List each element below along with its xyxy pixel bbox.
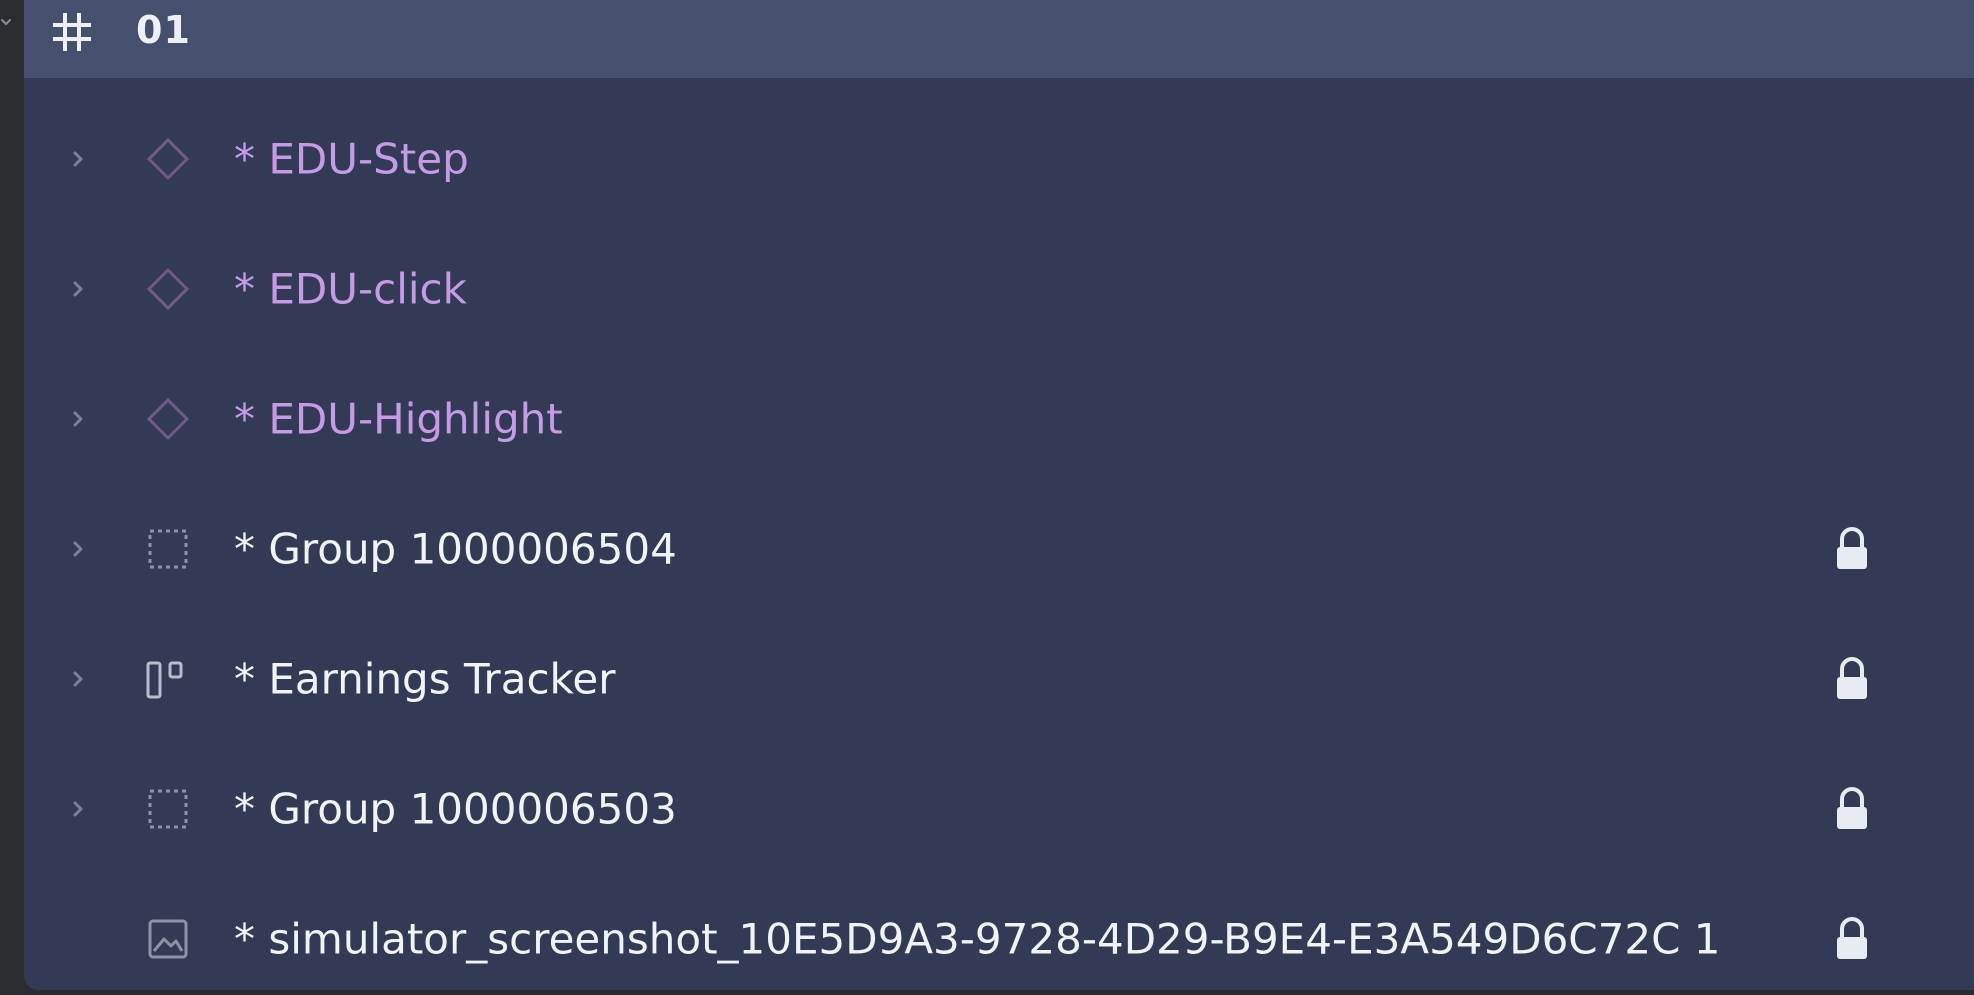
left-gutter [0, 0, 24, 995]
frame-header-row[interactable]: 01 [24, 0, 1974, 78]
frame-title: 01 [136, 8, 191, 52]
collapse-chevron-icon[interactable] [0, 14, 16, 30]
lock-icon[interactable] [1832, 785, 1872, 833]
layer-row[interactable]: * simulator_screenshot_10E5D9A3-9728-4D2… [24, 874, 1974, 990]
layer-name: * EDU-Highlight [234, 394, 563, 444]
component-diamond-icon [146, 267, 190, 311]
layer-row[interactable]: * Group 1000006504 [24, 484, 1974, 614]
layer-row[interactable]: * EDU-Highlight [24, 354, 1974, 484]
expand-chevron-icon[interactable] [64, 795, 92, 823]
layer-row[interactable]: * EDU-Step [24, 94, 1974, 224]
expand-chevron-icon[interactable] [64, 535, 92, 563]
group-dashed-square-icon [148, 529, 188, 569]
layer-row[interactable]: * Earnings Tracker [24, 614, 1974, 744]
layer-row[interactable]: * Group 1000006503 [24, 744, 1974, 874]
layer-name: * Earnings Tracker [234, 654, 616, 704]
expand-chevron-icon[interactable] [64, 665, 92, 693]
group-dashed-square-icon [148, 789, 188, 829]
layer-name: * Group 1000006504 [234, 524, 677, 574]
image-icon [148, 919, 188, 959]
layers-panel: 01 * EDU-Step * EDU-click * EDU-Highlight *… [24, 0, 1974, 990]
frame-hash-icon [53, 13, 91, 51]
layers-panel-window: 01 * EDU-Step * EDU-click * EDU-Highlight *… [0, 0, 1974, 995]
component-diamond-icon [146, 397, 190, 441]
auto-layout-icon [146, 661, 183, 699]
expand-chevron-icon[interactable] [64, 405, 92, 433]
lock-icon[interactable] [1832, 655, 1872, 703]
layer-name: * EDU-click [234, 264, 467, 314]
layer-row[interactable]: * EDU-click [24, 224, 1974, 354]
layer-name: * simulator_screenshot_10E5D9A3-9728-4D2… [234, 914, 1721, 964]
expand-chevron-icon[interactable] [64, 275, 92, 303]
layer-name: * Group 1000006503 [234, 784, 677, 834]
expand-chevron-icon[interactable] [64, 145, 92, 173]
layer-name: * EDU-Step [234, 134, 469, 184]
lock-icon[interactable] [1832, 915, 1872, 963]
lock-icon[interactable] [1832, 525, 1872, 573]
component-diamond-icon [146, 137, 190, 181]
